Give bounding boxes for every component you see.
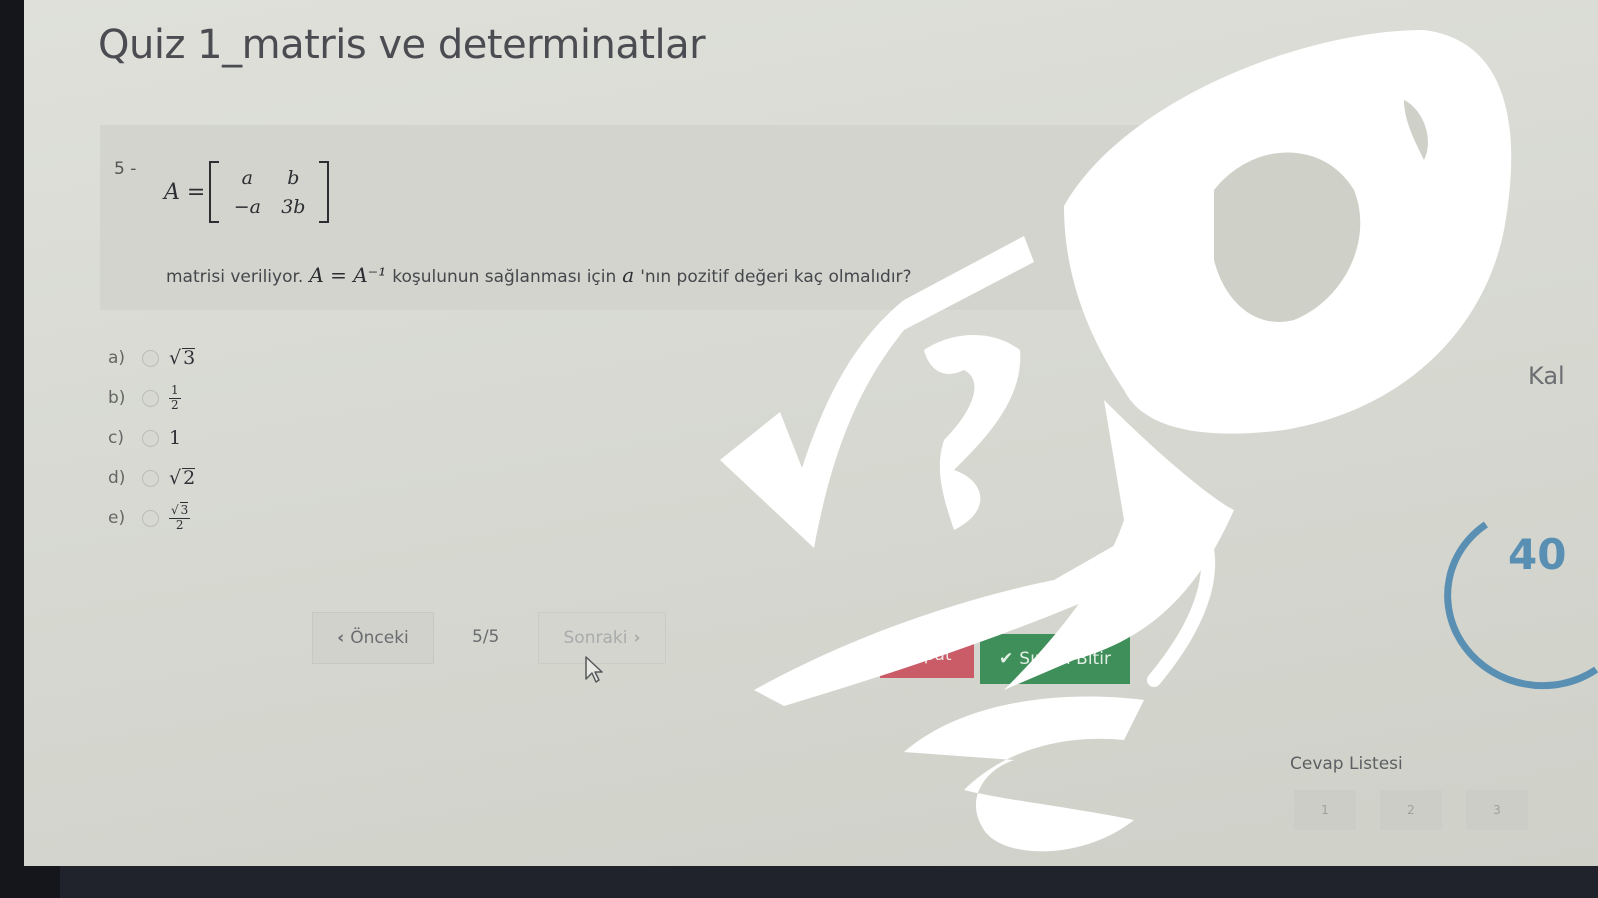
question-number: 5 - [114, 159, 137, 179]
choice-b-value: 1 2 [169, 382, 181, 413]
choice-d-value: √ 2 [169, 467, 196, 489]
matrix-cell: −a [233, 195, 261, 218]
remaining-time-label: Kal [1528, 362, 1565, 390]
choice-letter: c) [108, 428, 124, 448]
finish-exam-button[interactable]: ✔ Sınavı Bitir [980, 634, 1130, 684]
next-label: Sonraki [563, 628, 628, 648]
choice-c[interactable]: c) 1 [108, 418, 195, 458]
answer-list-title: Cevap Listesi [1290, 754, 1403, 774]
fraction-numerator: √ 3 [169, 501, 191, 519]
fraction-numerator: 1 [169, 382, 181, 399]
choice-c-radio[interactable] [142, 429, 159, 447]
matrix-cell: 3b [281, 195, 306, 218]
choice-c-value: 1 [169, 427, 182, 449]
chevron-left-icon: ‹ [337, 628, 345, 648]
choice-e-value: √ 3 2 [169, 501, 191, 533]
choice-letter: a) [108, 348, 126, 368]
question-text: matrisi veriliyor. A = A⁻¹ koşulunun sağ… [166, 263, 912, 287]
choice-e[interactable]: e) √ 3 2 [108, 498, 195, 538]
page-indicator: 5/5 [472, 627, 500, 647]
page-title: Quiz 1_matris ve determinatlar [98, 22, 706, 68]
choice-a-radio[interactable] [142, 349, 159, 367]
choice-d[interactable]: d) √ 2 [108, 458, 196, 498]
question-variable: a [622, 263, 635, 287]
choice-a[interactable]: a) √ 3 [108, 338, 196, 378]
choice-letter: e) [108, 508, 126, 528]
matrix-entries: a b −a 3b [223, 163, 315, 221]
choice-e-radio[interactable] [142, 509, 159, 527]
chevron-right-icon: › [633, 628, 641, 648]
fraction-denominator: 2 [175, 517, 184, 532]
matrix-cell: b [287, 166, 300, 189]
timer-ring [1429, 489, 1598, 705]
answer-list-item[interactable]: 1 [1294, 790, 1356, 830]
question-text-middle: koşulunun sağlanması için [392, 267, 617, 287]
fraction: √ 3 2 [169, 501, 191, 533]
check-icon: ✔ [999, 649, 1014, 669]
sqrt-radicand: 3 [182, 347, 196, 369]
answer-list-item[interactable]: 2 [1380, 790, 1442, 830]
sqrt-radicand: 3 [179, 501, 189, 517]
sqrt-radicand: 2 [182, 467, 196, 489]
answer-list-item[interactable]: 3 [1466, 790, 1528, 830]
fraction: 1 2 [169, 382, 181, 413]
choice-b[interactable]: b) 1 2 [108, 378, 195, 418]
previous-label: Önceki [350, 628, 409, 648]
matrix-right-bracket [319, 161, 330, 223]
question-text-before: matrisi veriliyor. [166, 267, 304, 287]
choice-a-value: √ 3 [169, 347, 196, 369]
finish-exam-label: Sınavı Bitir [1019, 649, 1111, 669]
answer-choices: a) √ 3 b) 1 2 c) 1 d) √ 2 e) √ 3 2 [108, 338, 196, 538]
taskbar [60, 866, 1598, 898]
mouse-cursor-icon [585, 656, 603, 683]
fraction-denominator: 2 [171, 397, 179, 412]
quiz-screen: Quiz 1_matris ve determinatlar 5 - A = a… [24, 0, 1598, 866]
choice-b-radio[interactable] [142, 389, 159, 407]
question-condition: A = A⁻¹ [309, 263, 387, 287]
choice-letter: b) [108, 388, 126, 408]
choice-letter: d) [108, 468, 126, 488]
question-box: 5 - A = a b −a 3b matrisi veriliyor. A =… [100, 125, 1340, 310]
matrix-lhs: A = [164, 179, 206, 205]
previous-button[interactable]: ‹ Önceki [312, 612, 434, 664]
close-button[interactable]: Kapat [880, 632, 974, 678]
choice-d-radio[interactable] [142, 469, 159, 487]
matrix-left-bracket [209, 161, 220, 223]
matrix-equation: A = a b −a 3b [164, 161, 333, 223]
matrix-cell: a [241, 166, 253, 189]
answer-list: 1 2 3 [1294, 790, 1552, 830]
question-text-after: 'nın pozitif değeri kaç olmalıdır? [640, 267, 912, 287]
timer-value: 40 [1508, 530, 1567, 579]
